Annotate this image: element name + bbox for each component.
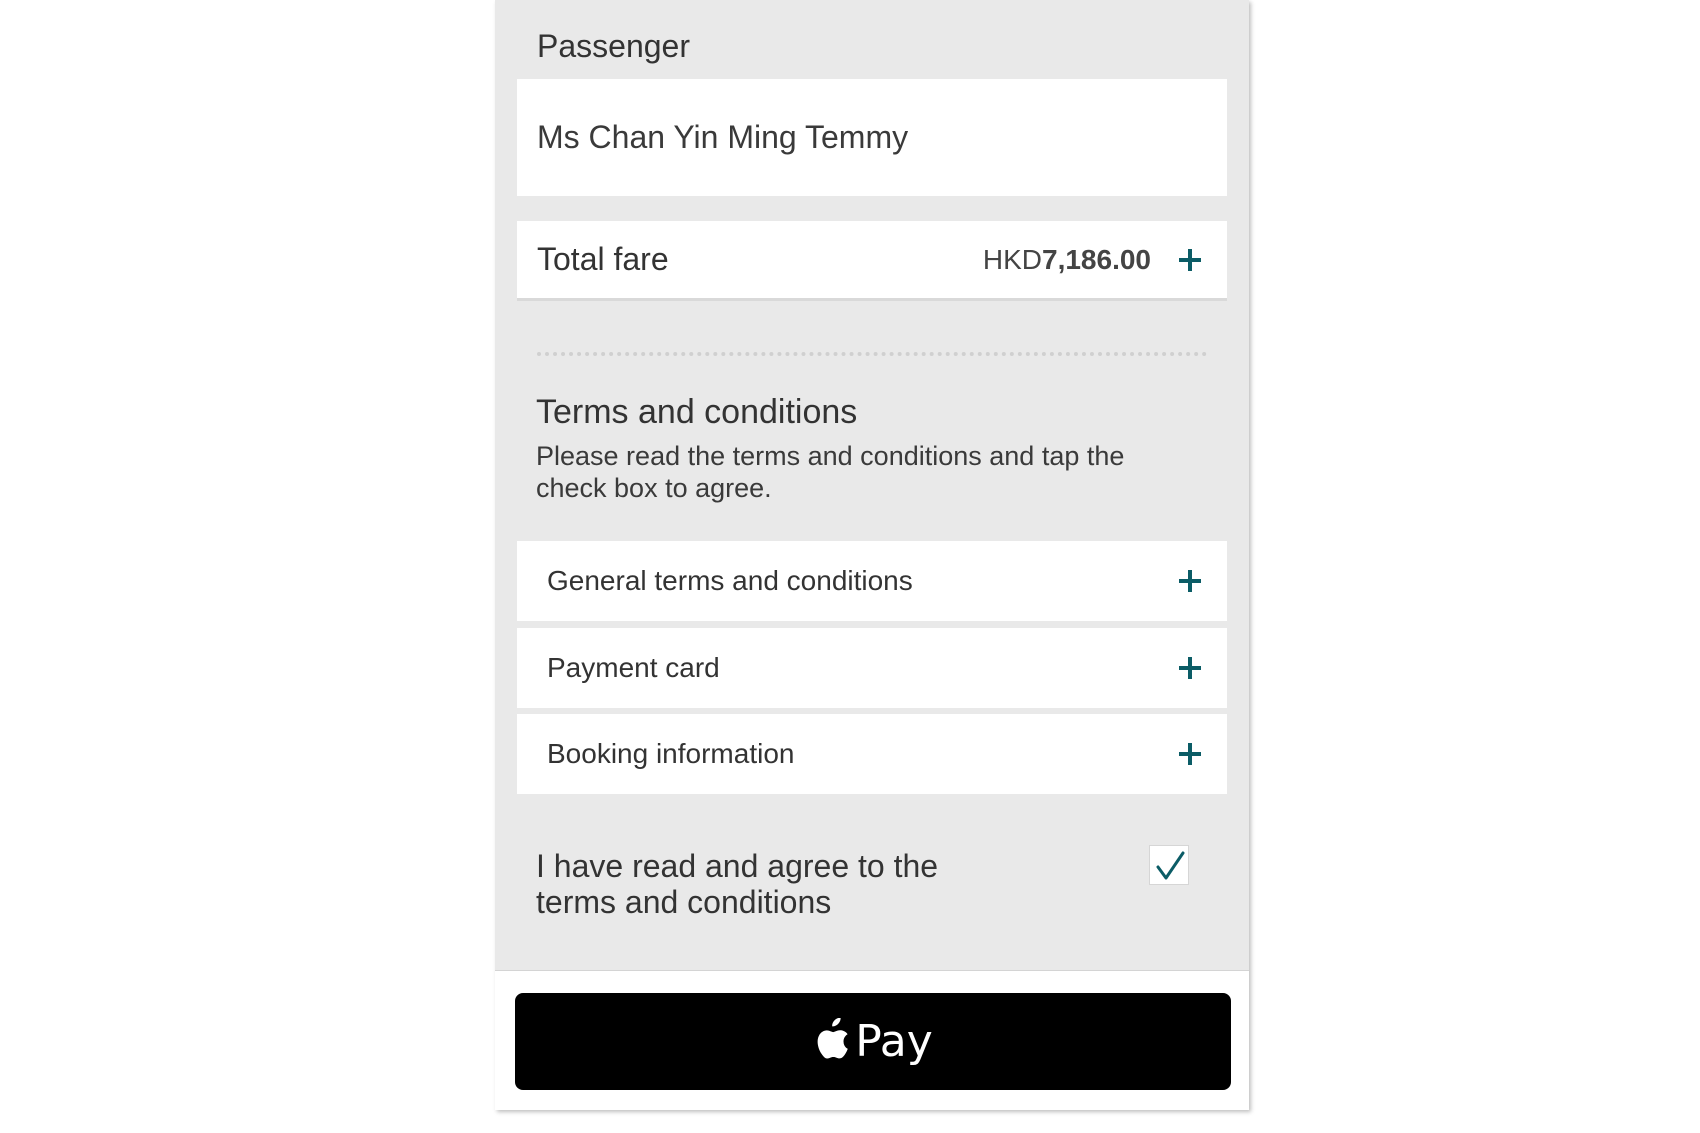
- plus-icon[interactable]: [1177, 741, 1203, 767]
- plus-icon[interactable]: [1177, 655, 1203, 681]
- total-fare-card[interactable]: Total fare HKD7,186.00: [517, 221, 1227, 301]
- fare-value: 7,186.00: [1042, 243, 1151, 275]
- section-divider: [537, 352, 1207, 356]
- agree-terms-label: I have read and agree to the terms and c…: [536, 848, 939, 920]
- total-fare-amount: HKD7,186.00: [983, 244, 1151, 276]
- apple-logo-icon: [817, 1017, 849, 1059]
- fare-expand-plus-icon[interactable]: [1177, 247, 1203, 273]
- accordion-label: General terms and conditions: [547, 565, 913, 596]
- passenger-card: Ms Chan Yin Ming Temmy: [517, 79, 1227, 196]
- accordion-general-terms[interactable]: General terms and conditions: [517, 541, 1227, 621]
- terms-title: Terms and conditions: [536, 393, 858, 431]
- accordion-payment-card[interactable]: Payment card: [517, 628, 1227, 708]
- accordion-label: Payment card: [547, 652, 720, 683]
- checkmark-icon: [1156, 851, 1185, 880]
- booking-summary-screen: Passenger Ms Chan Yin Ming Temmy Total f…: [495, 0, 1249, 1110]
- fare-currency: HKD: [982, 243, 1042, 275]
- total-fare-value-group: HKD7,186.00: [983, 244, 1203, 276]
- plus-icon[interactable]: [1177, 568, 1203, 594]
- passenger-section-label: Passenger: [537, 28, 690, 64]
- passenger-name: Ms Chan Yin Ming Temmy: [537, 119, 909, 155]
- accordion-booking-information[interactable]: Booking information: [517, 714, 1227, 794]
- agree-terms-checkbox[interactable]: [1149, 845, 1189, 885]
- total-fare-label: Total fare: [537, 241, 669, 277]
- apple-pay-button[interactable]: Pay: [515, 993, 1231, 1090]
- accordion-label: Booking information: [547, 738, 795, 769]
- apple-pay-label: Pay: [855, 1016, 933, 1067]
- terms-description: Please read the terms and conditions and…: [536, 441, 1125, 503]
- booking-content: Passenger Ms Chan Yin Ming Temmy Total f…: [495, 0, 1249, 971]
